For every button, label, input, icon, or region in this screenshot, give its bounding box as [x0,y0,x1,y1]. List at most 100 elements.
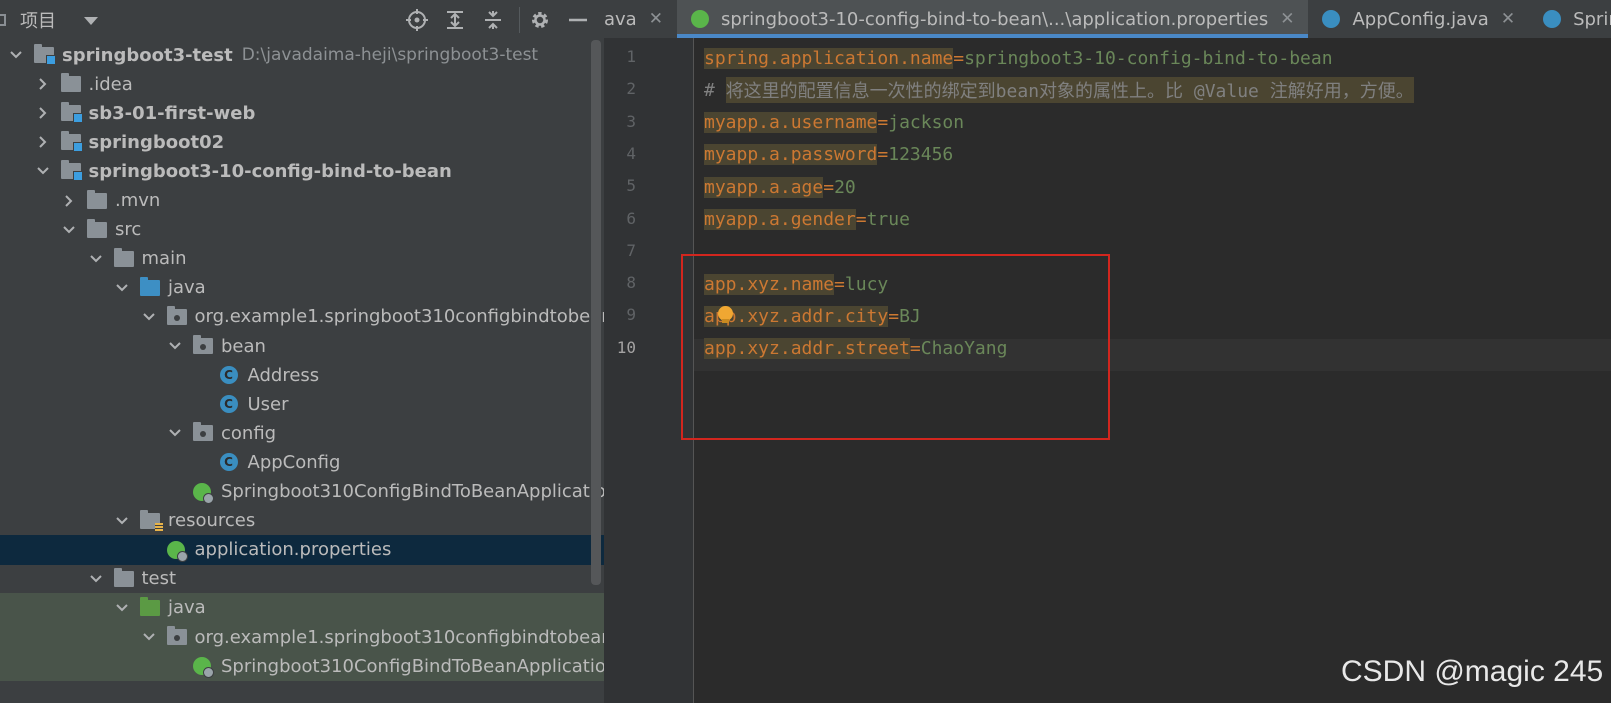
property-key: myapp.a.password [704,144,878,166]
folder-icon [113,567,134,589]
tree-node-label: .mvn [115,190,161,211]
tree-node-label: org.example1.springboot310configbindtobe… [194,306,605,328]
editor-tab[interactable]: Springb [1529,0,1611,38]
project-tool-window: 项目 springboot3-test D:\javadaima-heji\spr… [0,0,604,703]
view-dropdown-icon[interactable] [84,17,98,25]
tree-node[interactable]: springboot3-10-config-bind-to-bean [0,156,604,186]
line-number: 9 [626,305,636,325]
tree-node-label: src [115,219,142,241]
chevron-right-icon[interactable] [61,193,77,209]
test-source-folder-icon [140,596,160,618]
project-view-icon [0,14,6,26]
tree-node-label: main [141,248,187,270]
tree-node[interactable]: bean [0,331,604,361]
line-number: 7 [626,240,636,260]
chevron-down-icon[interactable] [88,251,104,267]
tree-node[interactable]: C Address [0,360,604,390]
tree-node[interactable]: Springboot310ConfigBindToBeanApplication… [0,651,604,682]
tree-node[interactable]: springboot02 [0,127,604,157]
collapse-all-icon[interactable] [479,6,507,34]
intention-bulb-icon[interactable] [718,306,733,323]
property-value: 123456 [888,144,954,166]
tree-node[interactable]: application.properties [0,534,604,565]
toolbar-separator [519,7,520,33]
tree-node[interactable]: java [0,592,604,623]
close-icon[interactable]: ✕ [1280,9,1294,29]
project-panel-header: 项目 [0,0,604,40]
chevron-down-icon[interactable] [114,600,130,616]
tree-node[interactable]: Springboot310ConfigBindToBeanApplication [0,477,604,507]
locate-file-icon[interactable] [403,6,431,34]
property-separator: = [953,47,965,69]
line-number: 4 [626,143,636,163]
line-number: 2 [626,79,636,99]
code-line[interactable]: spring.application.name = springboot3-10-c… [704,43,1333,73]
project-path: D:\javadaima-heji\springboot3-test [241,45,539,65]
tree-node[interactable]: springboot3-test D:\javadaima-heji\spring… [0,40,604,70]
tree-node[interactable]: C AppConfig [0,447,604,477]
minimize-icon[interactable] [564,6,592,34]
code-line[interactable]: myapp.a.age = 20 [704,172,856,202]
chevron-right-icon[interactable] [35,105,51,121]
class-icon: C [219,394,240,414]
class-icon: C [219,452,240,472]
code-line[interactable]: # 将这里的配置信息一次性的绑定到bean对象的属性上。比 @Value 注解好… [704,75,1414,105]
class-icon: C [219,365,240,385]
expand-all-icon[interactable] [441,6,469,34]
chevron-down-icon[interactable] [141,629,157,645]
tree-node[interactable]: org.example1.springboot310configbindtobe… [0,622,604,652]
tab-label: AppConfig.java [1352,8,1489,30]
code-line[interactable]: myapp.a.gender = true [704,205,910,235]
line-number: 8 [626,273,636,293]
property-value: true [866,209,910,230]
gear-icon[interactable] [526,6,554,34]
editor-tab[interactable]: springboot3-10-config-bind-to-bean\...\a… [676,0,1309,38]
project-panel-title[interactable]: 项目 [20,7,56,33]
close-icon[interactable]: ✕ [649,9,663,29]
property-key: myapp.a.username [704,112,878,134]
tree-node-label: bean [221,335,266,357]
tree-node[interactable]: .mvn [0,186,604,216]
chevron-down-icon[interactable] [141,309,157,325]
spring-properties-icon [166,540,188,562]
editor-tabs: ava ✕ springboot3-10-config-bind-to-bean\.… [604,0,1611,38]
property-key: spring.application.name [704,47,954,69]
line-number: 5 [626,176,636,196]
chevron-down-icon[interactable] [167,338,183,354]
tree-node[interactable]: src [0,215,604,245]
line-number: 3 [626,111,636,131]
tree-node[interactable]: C User [0,389,604,419]
tree-node-label: application.properties [194,539,392,561]
chevron-down-icon[interactable] [167,425,183,441]
editor-tab[interactable]: ava ✕ [604,0,677,38]
chevron-down-icon[interactable] [35,163,51,179]
chevron-down-icon[interactable] [61,222,77,238]
property-key: myapp.a.gender [704,209,856,230]
close-icon[interactable]: ✕ [1501,9,1515,29]
tree-node[interactable]: sb3-01-first-web [0,98,604,128]
code-line[interactable]: myapp.a.username = jackson [704,108,964,138]
editor-tab[interactable]: AppConfig.java ✕ [1308,0,1529,38]
tree-node-label: test [141,568,177,590]
chevron-down-icon[interactable] [8,47,24,63]
chevron-right-icon[interactable] [35,76,51,92]
tree-node[interactable]: java [0,273,604,303]
tree-node[interactable]: org.example1.springboot310configbindtobe… [0,302,604,332]
chevron-down-icon[interactable] [114,513,130,529]
tree-node-label: java [168,597,206,619]
tree-node-label: Springboot310ConfigBindToBeanApplication [221,481,604,502]
tree-node[interactable]: .idea [0,69,604,99]
package-icon [193,422,213,443]
tree-node[interactable]: test [0,564,604,594]
chevron-right-icon[interactable] [35,134,51,150]
chevron-down-icon[interactable] [114,280,130,296]
code-line[interactable]: myapp.a.password = 123456 [704,140,953,170]
tree-node[interactable]: config [0,418,604,448]
tree-node[interactable]: main [0,244,604,274]
tree-scrollbar[interactable] [591,40,601,585]
class-icon [1543,10,1562,28]
tree-node[interactable]: resources [0,506,604,536]
chevron-down-icon[interactable] [88,571,104,587]
property-key: myapp.a.age [704,176,824,198]
property-separator: = [877,144,889,166]
